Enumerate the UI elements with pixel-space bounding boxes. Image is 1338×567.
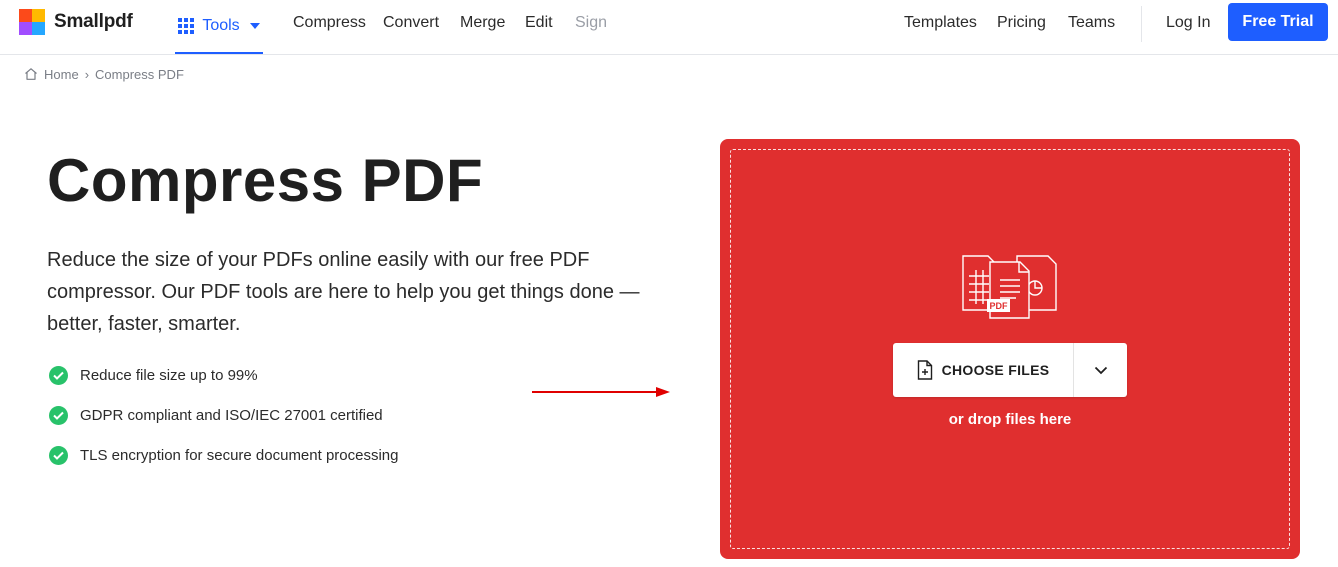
- drop-hint: or drop files here: [948, 411, 1072, 428]
- breadcrumb-current: Compress PDF: [95, 66, 184, 82]
- nav-sign[interactable]: Sign: [575, 14, 607, 32]
- free-trial-button[interactable]: Free Trial: [1228, 3, 1328, 41]
- top-navigation: Smallpdf Tools Compress Convert Merge Ed…: [0, 0, 1338, 55]
- page-title: Compress PDF: [47, 147, 484, 214]
- nav-edit[interactable]: Edit: [525, 14, 553, 32]
- check-circle-icon: [49, 365, 68, 385]
- more-sources-button[interactable]: [1074, 343, 1127, 397]
- feature-list: Reduce file size up to 99% GDPR complian…: [49, 363, 399, 483]
- page-description: Reduce the size of your PDFs online easi…: [47, 249, 640, 335]
- arrow-right-icon: [532, 387, 670, 397]
- home-icon: [25, 68, 37, 80]
- breadcrumb: Home › Compress PDF: [24, 66, 184, 82]
- login-link[interactable]: Log In: [1166, 14, 1210, 32]
- caret-down-icon: [249, 23, 260, 29]
- choose-files-group: CHOOSE FILES: [893, 343, 1127, 397]
- smallpdf-logo[interactable]: Smallpdf: [19, 8, 133, 36]
- chevron-down-icon: [1094, 366, 1107, 374]
- feature-item: Reduce file size up to 99%: [49, 363, 399, 387]
- documents-illustration-icon: PDF: [962, 255, 1057, 319]
- nav-pricing[interactable]: Pricing: [997, 14, 1046, 32]
- apps-grid-icon: [178, 18, 195, 34]
- tools-label: Tools: [202, 17, 240, 34]
- smallpdf-logo-icon: [19, 9, 45, 35]
- nav-divider: [1141, 6, 1142, 42]
- tools-menu[interactable]: Tools: [175, 0, 263, 54]
- file-dropzone[interactable]: PDF CHOOSE FILES or drop files here: [720, 139, 1300, 559]
- check-circle-icon: [49, 445, 68, 465]
- brand-name: Smallpdf: [54, 11, 133, 32]
- choose-files-label: CHOOSE FILES: [941, 362, 1050, 378]
- breadcrumb-separator: ›: [84, 66, 90, 82]
- add-file-icon: [917, 360, 932, 380]
- nav-merge[interactable]: Merge: [460, 14, 505, 32]
- feature-text: TLS encryption for secure document proce…: [80, 446, 399, 464]
- breadcrumb-home[interactable]: Home: [44, 67, 79, 82]
- nav-convert[interactable]: Convert: [383, 14, 439, 32]
- feature-text: GDPR compliant and ISO/IEC 27001 certifi…: [80, 406, 383, 424]
- feature-text: Reduce file size up to 99%: [80, 366, 258, 384]
- nav-teams[interactable]: Teams: [1068, 14, 1115, 32]
- choose-files-button[interactable]: CHOOSE FILES: [893, 343, 1073, 397]
- nav-compress[interactable]: Compress: [293, 14, 366, 32]
- pdf-badge-label: PDF: [990, 301, 1009, 311]
- feature-item: TLS encryption for secure document proce…: [49, 443, 399, 467]
- feature-item: GDPR compliant and ISO/IEC 27001 certifi…: [49, 403, 399, 427]
- check-circle-icon: [49, 405, 68, 425]
- nav-templates[interactable]: Templates: [904, 14, 977, 32]
